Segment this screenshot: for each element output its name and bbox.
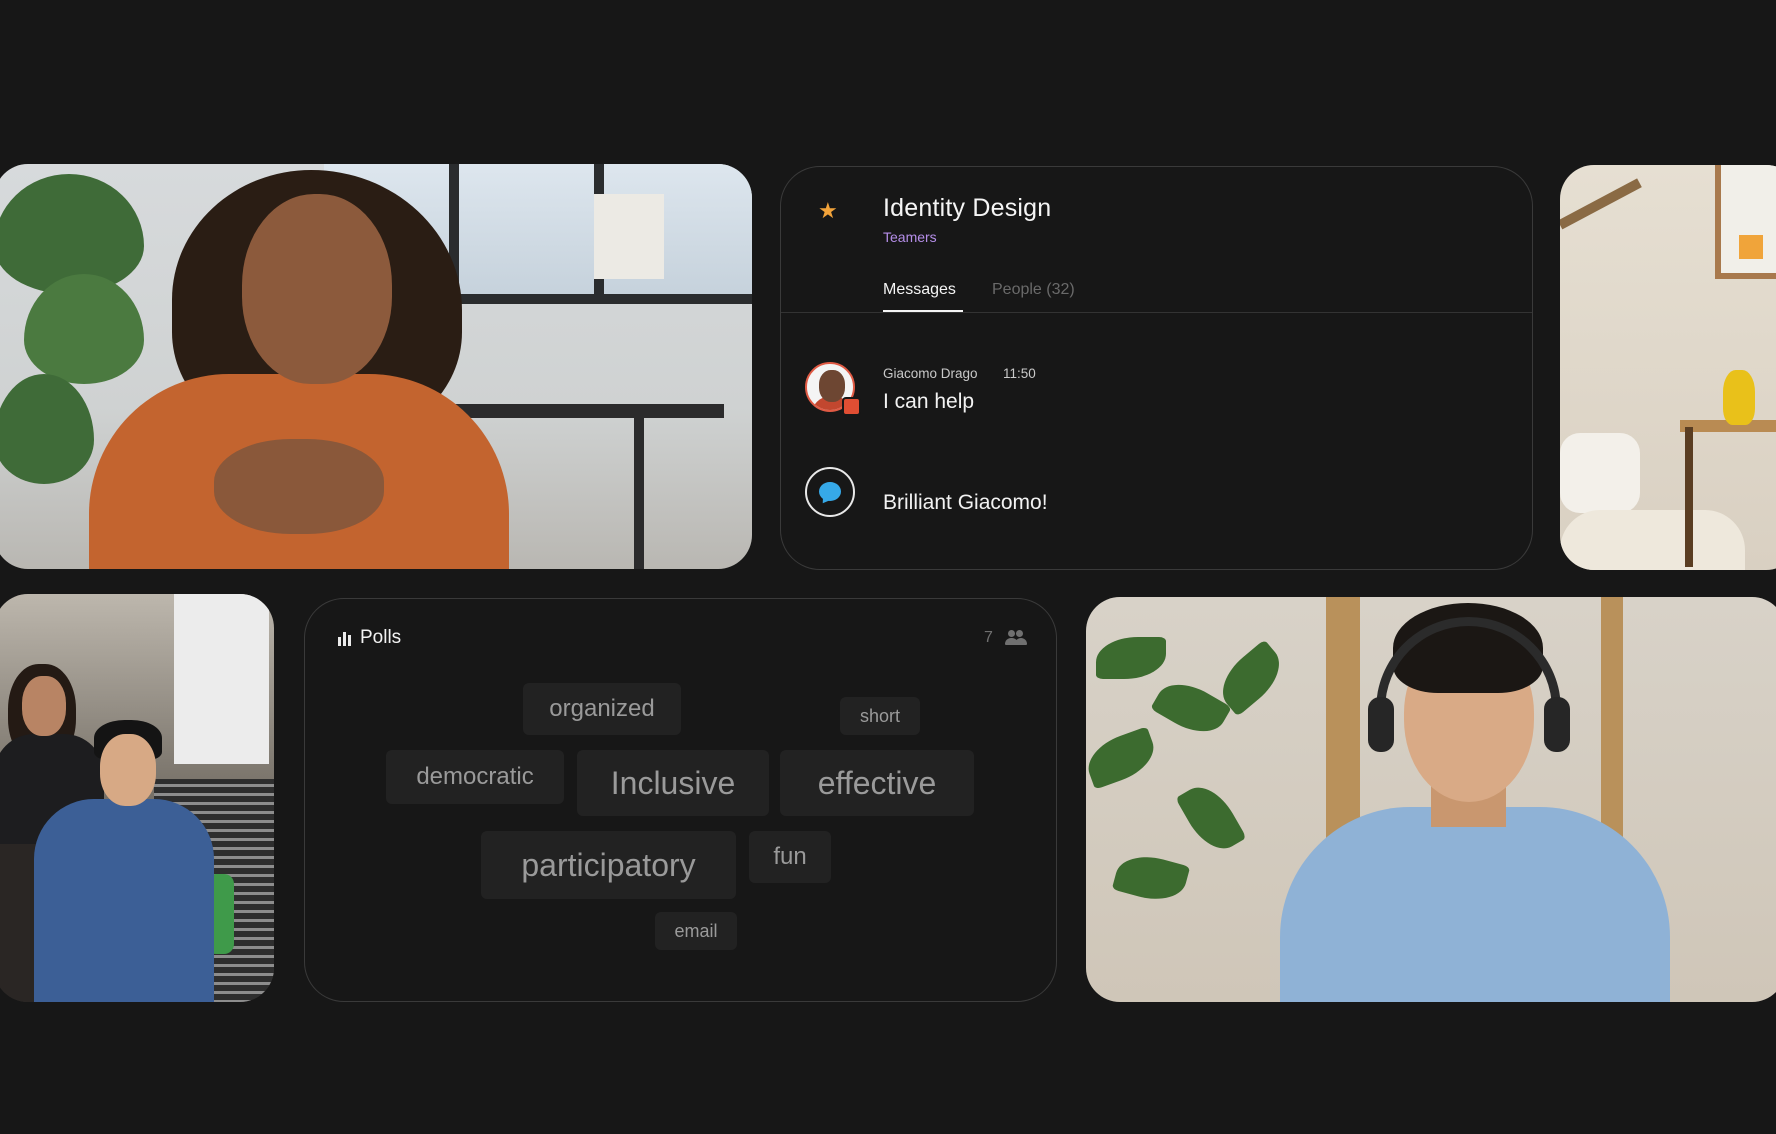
divider — [781, 312, 1532, 313]
people-icon — [1003, 630, 1027, 646]
bar-chart-icon — [338, 632, 352, 646]
chat-bubble-icon — [805, 467, 855, 517]
word-cloud-item: email — [655, 912, 737, 950]
word-cloud-item: democratic — [386, 750, 564, 804]
status-badge — [842, 397, 861, 416]
message-sender: Giacomo Drago — [883, 366, 978, 381]
polls-title: Polls — [360, 627, 402, 648]
video-tile-participant-2[interactable] — [1560, 165, 1776, 570]
bed — [1560, 510, 1745, 570]
word-cloud-item: participatory — [481, 831, 736, 899]
participant-count: 7 — [984, 629, 993, 646]
team-name[interactable]: Teamers — [883, 229, 937, 245]
video-tile-participant-3[interactable] — [1086, 597, 1776, 1002]
word-cloud-item: fun — [749, 831, 831, 883]
video-tile-participant-1[interactable] — [0, 164, 752, 569]
pinboard — [1715, 165, 1776, 279]
word-cloud-item: organized — [523, 683, 681, 735]
participant-face — [242, 194, 392, 384]
word-cloud-item: Inclusive — [577, 750, 769, 816]
message-text: I can help — [883, 390, 975, 413]
vase — [1723, 370, 1755, 425]
space-title: Identity Design — [883, 194, 1052, 222]
word-cloud-item: effective — [780, 750, 974, 816]
word-cloud-item: short — [840, 697, 920, 735]
star-icon[interactable]: ★ — [818, 198, 838, 224]
tab-messages[interactable]: Messages — [883, 281, 956, 299]
message-timestamp: 11:50 — [1003, 366, 1036, 381]
video-tile-group[interactable] — [0, 594, 274, 1002]
message-text: Brilliant Giacomo! — [883, 491, 1048, 514]
tab-people[interactable]: People (32) — [992, 281, 1075, 299]
